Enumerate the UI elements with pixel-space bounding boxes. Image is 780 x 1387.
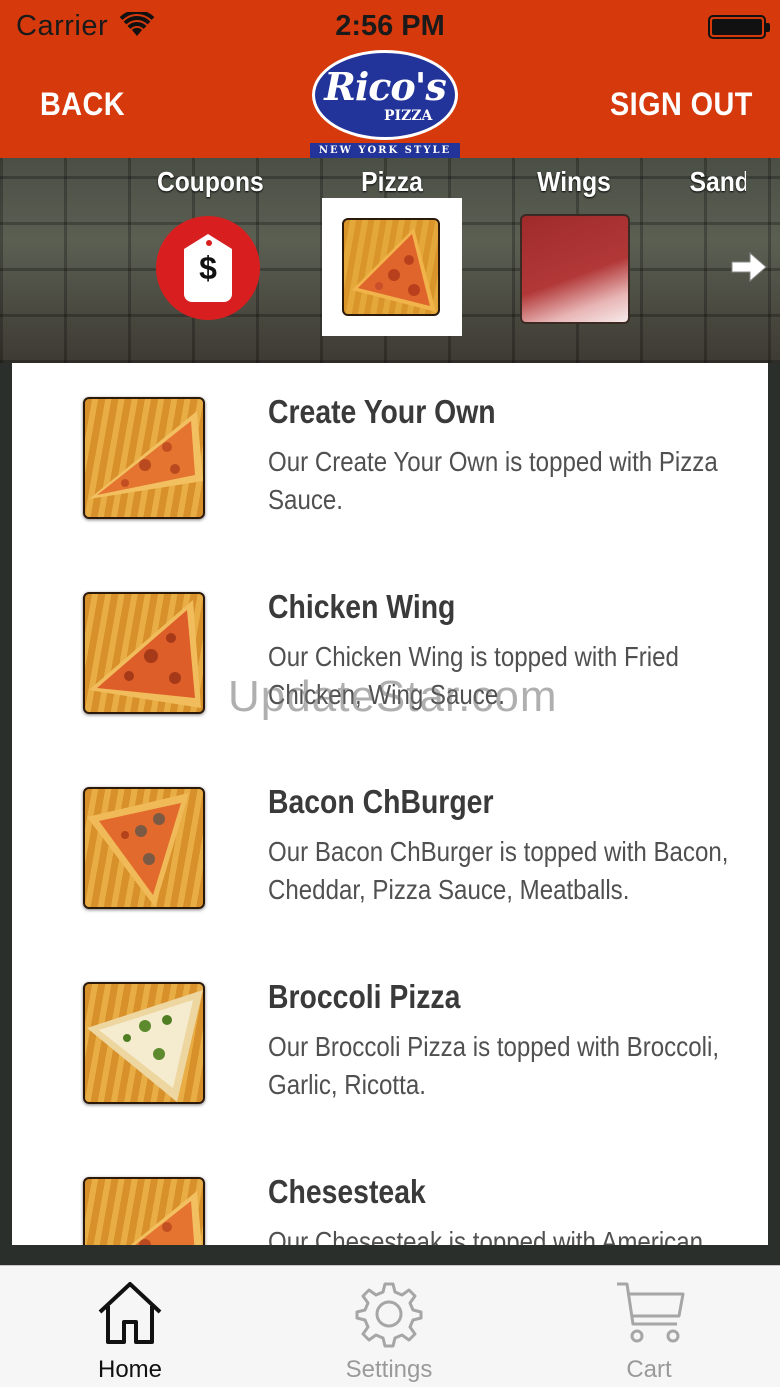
list-item[interactable]: Chesesteak Our Chesesteak is topped with…: [12, 1143, 768, 1245]
menu-item-title: Chicken Wing: [268, 588, 456, 625]
category-coupons[interactable]: Coupons $: [150, 158, 266, 320]
logo-sub: PIZZA: [384, 108, 433, 124]
pizza-slice-thumbnail: [83, 1177, 205, 1245]
menu-item-title: Broccoli Pizza: [268, 978, 461, 1015]
pizza-slice-thumbnail: [83, 592, 205, 714]
tab-home[interactable]: Home: [40, 1266, 220, 1387]
gear-icon: [355, 1282, 423, 1348]
selected-category-frame: [322, 198, 462, 336]
wings-thumbnail: [520, 214, 630, 324]
battery-icon: [708, 15, 770, 39]
menu-item-title: Chesesteak: [268, 1173, 426, 1210]
pizza-slice-thumbnail: [83, 787, 205, 909]
menu-item-description: Our Create Your Own is topped with Pizza…: [268, 446, 718, 515]
price-tag-icon: $: [156, 216, 260, 320]
tab-cart[interactable]: Cart: [559, 1266, 739, 1387]
tab-bar: Home Settings Cart: [0, 1265, 780, 1387]
category-pizza[interactable]: Pizza: [322, 158, 462, 336]
category-label: Coupons: [156, 166, 264, 197]
dollar-sign: $: [199, 250, 217, 286]
category-sandwiches[interactable]: Sandwiches: [686, 158, 746, 198]
tab-label: Cart: [626, 1356, 672, 1383]
logo-name: Rico's: [324, 64, 447, 109]
category-label: Sandwiches: [689, 166, 746, 197]
menu-item-description: Our Chicken Wing is topped with Fried Ch…: [268, 641, 679, 710]
category-strip: Coupons $ Pizza Wings Sandwiches: [0, 158, 780, 363]
menu-item-description: Our Broccoli Pizza is topped with Brocco…: [268, 1031, 720, 1100]
menu-item-title: Create Your Own: [268, 393, 496, 430]
cart-icon: [617, 1282, 685, 1343]
category-wings[interactable]: Wings: [514, 158, 634, 324]
home-icon: [98, 1282, 162, 1344]
pizza-slice-thumbnail: [83, 982, 205, 1104]
status-bar: Carrier 2:56 PM: [0, 0, 780, 52]
arrow-right-icon[interactable]: [730, 250, 768, 284]
menu-list: Create Your Own Our Create Your Own is t…: [12, 363, 768, 1245]
back-button[interactable]: BACK: [40, 86, 125, 123]
category-label: Pizza: [361, 166, 423, 197]
list-item[interactable]: Create Your Own Our Create Your Own is t…: [12, 363, 768, 558]
category-label: Wings: [537, 166, 611, 197]
list-item[interactable]: Chicken Wing Our Chicken Wing is topped …: [12, 558, 768, 753]
status-time: 2:56 PM: [335, 10, 445, 42]
header-bar: Carrier 2:56 PM BACK Rico's PIZZA NEW YO…: [0, 0, 780, 158]
pizza-slice-thumbnail: [342, 218, 440, 316]
list-item[interactable]: Broccoli Pizza Our Broccoli Pizza is top…: [12, 948, 768, 1143]
tab-label: Home: [97, 1356, 163, 1383]
tab-label: Settings: [345, 1356, 433, 1383]
tab-settings[interactable]: Settings: [299, 1266, 479, 1387]
menu-item-title: Bacon ChBurger: [268, 783, 494, 820]
sign-out-button[interactable]: SIGN OUT: [610, 86, 753, 123]
menu-item-description: Our Bacon ChBurger is topped with Bacon,…: [268, 836, 729, 905]
list-item[interactable]: Bacon ChBurger Our Bacon ChBurger is top…: [12, 753, 768, 948]
logo-tagline: NEW YORK STYLE: [310, 143, 460, 158]
pizza-slice-thumbnail: [83, 397, 205, 519]
ricos-pizza-logo: Rico's PIZZA NEW YORK STYLE: [310, 50, 460, 158]
menu-item-description: Our Chesesteak is topped with American: [268, 1226, 703, 1245]
